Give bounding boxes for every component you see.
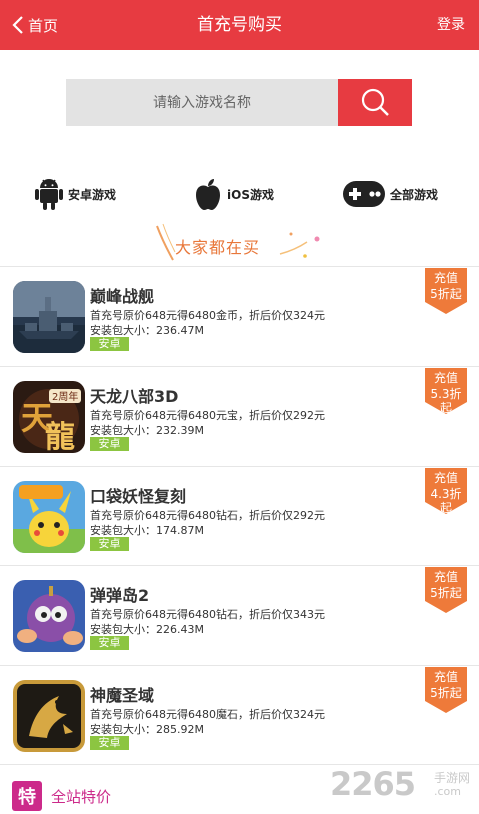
badge-top: 充值 bbox=[433, 570, 458, 584]
search-bar bbox=[66, 79, 412, 126]
discount-badge: 充值 5折起 bbox=[425, 667, 467, 713]
category-all-label: 全部游戏 bbox=[390, 187, 439, 202]
category-android-label: 安卓游戏 bbox=[68, 187, 117, 202]
game-description: 首充号原价648元得6480金币，折后价仅324元 bbox=[90, 309, 325, 322]
platform-tag: 安卓 bbox=[90, 537, 129, 551]
platform-tag: 安卓 bbox=[90, 337, 129, 351]
category-android[interactable]: 安卓游戏 bbox=[34, 174, 116, 214]
category-bar: 安卓游戏 iOS游戏 全部游戏 bbox=[0, 174, 479, 214]
badge-bottom: 4.3折起 bbox=[430, 487, 462, 515]
badge-top: 充值 bbox=[433, 371, 458, 385]
game-description: 首充号原价648元得6480钻石，折后价仅343元 bbox=[90, 608, 325, 621]
special-offers-label: 全站特价 bbox=[51, 787, 112, 806]
game-name: 口袋妖怪复刻 bbox=[90, 487, 187, 506]
svg-text:2周年: 2周年 bbox=[52, 390, 78, 403]
category-ios[interactable]: iOS游戏 bbox=[193, 174, 274, 214]
platform-tag: 安卓 bbox=[90, 437, 129, 451]
game-name: 巅峰战舰 bbox=[90, 287, 155, 306]
game-name: 弹弹岛2 bbox=[90, 586, 150, 605]
game-item-shenmo[interactable]: 神魔圣域 首充号原价648元得6480魔石，折后价仅324元 安装包大小：285… bbox=[0, 666, 479, 765]
apple-icon bbox=[196, 179, 220, 210]
special-icon: 特 bbox=[12, 781, 42, 811]
badge-bottom: 5折起 bbox=[430, 686, 462, 700]
svg-text:龍: 龍 bbox=[45, 420, 75, 453]
special-offers-link[interactable]: 特 全站特价 bbox=[12, 781, 111, 811]
pokemon-icon bbox=[13, 481, 85, 553]
discount-badge: 充值 5折起 bbox=[425, 268, 467, 314]
badge-top: 充值 bbox=[433, 670, 458, 684]
watermark-cn: 手游网 bbox=[434, 771, 471, 785]
game-name: 神魔圣域 bbox=[90, 686, 155, 705]
game-description: 首充号原价648元得6480元宝，折后价仅292元 bbox=[90, 409, 325, 422]
section-banner: 大家都在买 bbox=[155, 220, 325, 264]
game-item-battleship[interactable]: 巅峰战舰 首充号原价648元得6480金币，折后价仅324元 安装包大小：236… bbox=[0, 267, 479, 366]
badge-bottom: 5折起 bbox=[430, 586, 462, 600]
android-icon bbox=[35, 179, 63, 210]
game-name: 天龙八部3D bbox=[90, 387, 179, 406]
page-title: 首充号购买 bbox=[197, 15, 282, 35]
platform-tag: 安卓 bbox=[90, 736, 129, 750]
discount-badge: 充值 5.3折起 bbox=[425, 368, 467, 415]
game-size: 安装包大小：174.87M bbox=[90, 524, 204, 537]
category-ios-label: iOS游戏 bbox=[227, 187, 274, 202]
battleship-icon bbox=[13, 281, 85, 353]
watermark: 2265 手游网 .com bbox=[330, 765, 478, 805]
platform-tag: 安卓 bbox=[90, 636, 129, 650]
search-icon bbox=[361, 88, 389, 116]
watermark-number: 2265 bbox=[330, 765, 416, 803]
badge-bottom: 5.3折起 bbox=[430, 387, 462, 415]
login-button[interactable]: 登录 bbox=[437, 0, 465, 50]
discount-badge: 充值 5折起 bbox=[425, 567, 467, 613]
dragon-icon bbox=[13, 680, 85, 752]
top-bar: 首页 首充号购买 登录 bbox=[0, 0, 479, 50]
tianlong-icon: 天 龍 2周年 bbox=[13, 381, 85, 453]
search-input[interactable] bbox=[66, 79, 338, 126]
game-size: 安装包大小：226.43M bbox=[90, 623, 204, 636]
game-item-pokemon[interactable]: 口袋妖怪复刻 首充号原价648元得6480钻石，折后价仅292元 安装包大小：1… bbox=[0, 467, 479, 566]
game-description: 首充号原价648元得6480魔石，折后价仅324元 bbox=[90, 708, 325, 721]
category-all[interactable]: 全部游戏 bbox=[342, 174, 438, 214]
game-item-tianlong[interactable]: 天 龍 2周年 天龙八部3D 首充号原价648元得6480元宝，折后价仅292元… bbox=[0, 367, 479, 466]
game-description: 首充号原价648元得6480钻石，折后价仅292元 bbox=[90, 509, 325, 522]
badge-top: 充值 bbox=[433, 471, 458, 485]
game-size: 安装包大小：232.39M bbox=[90, 424, 204, 437]
badge-top: 充值 bbox=[433, 271, 458, 285]
watermark-domain: .com bbox=[434, 785, 461, 798]
search-button[interactable] bbox=[338, 79, 412, 126]
game-size: 安装包大小：285.92M bbox=[90, 723, 204, 736]
section-banner-text: 大家都在买 bbox=[175, 238, 261, 257]
dandandao-icon bbox=[13, 580, 85, 652]
badge-bottom: 5折起 bbox=[430, 287, 462, 301]
gamepad-icon bbox=[343, 181, 385, 207]
game-item-dandandao[interactable]: 弹弹岛2 首充号原价648元得6480钻石，折后价仅343元 安装包大小：226… bbox=[0, 566, 479, 665]
game-size: 安装包大小：236.47M bbox=[90, 324, 204, 337]
discount-badge: 充值 4.3折起 bbox=[425, 468, 467, 515]
